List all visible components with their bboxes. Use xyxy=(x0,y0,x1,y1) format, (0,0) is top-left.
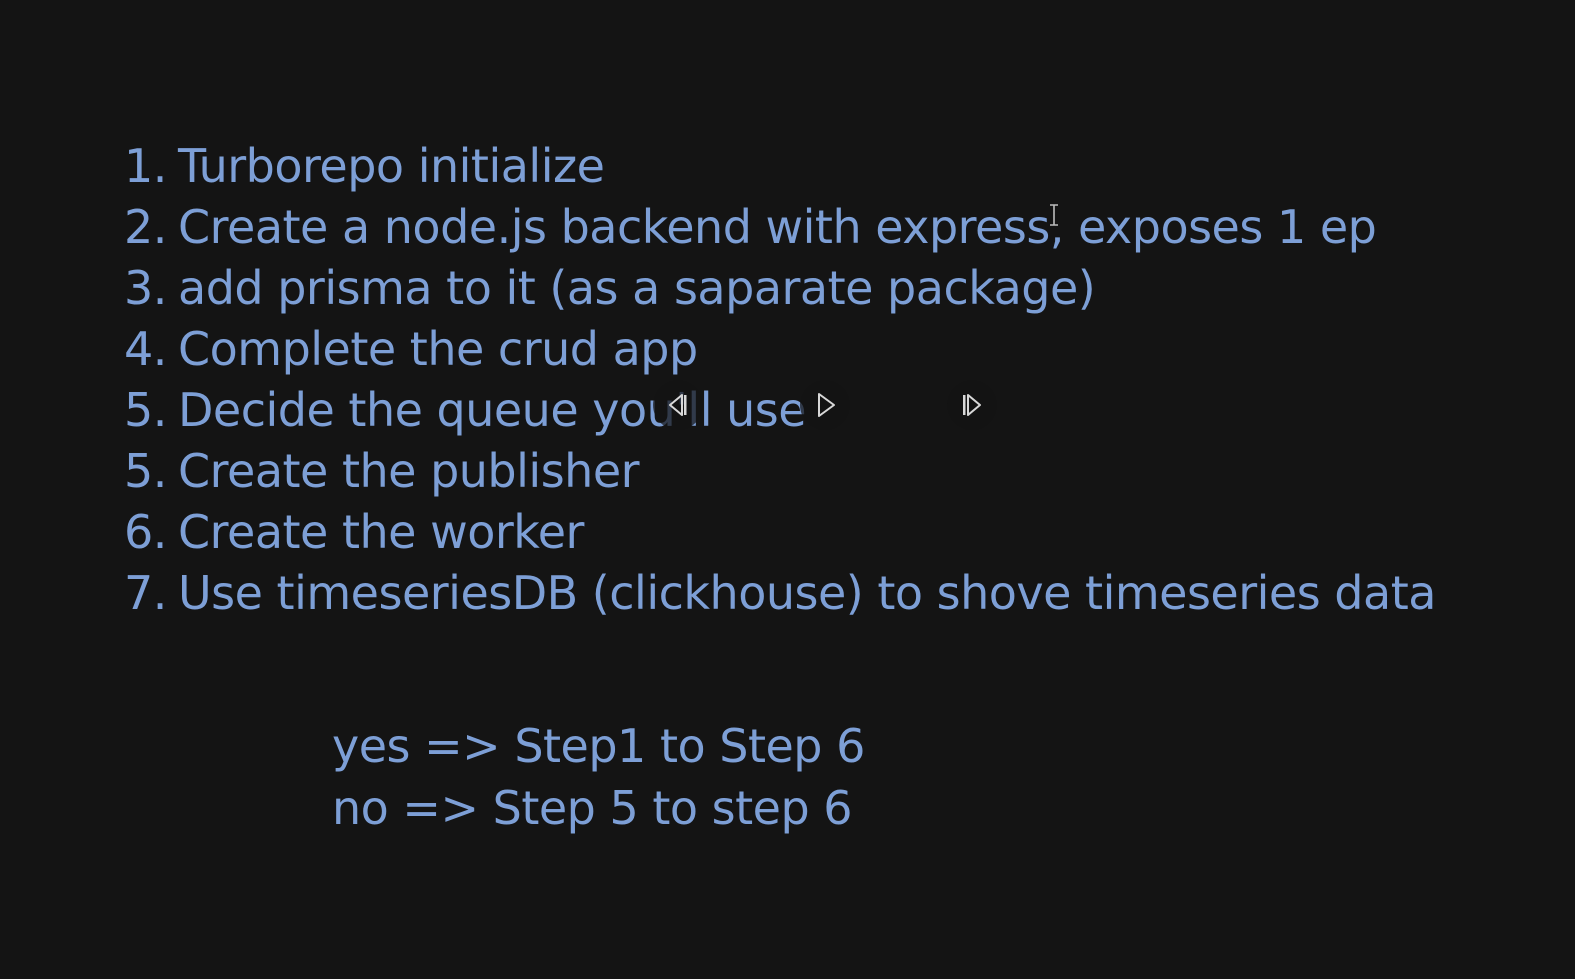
step-text: Complete the crud app xyxy=(178,322,698,376)
answer-yes: yes => Step1 to Step 6 xyxy=(332,719,865,773)
skip-forward-button[interactable] xyxy=(947,380,997,430)
step-number: 6. xyxy=(124,505,167,559)
skip-forward-icon xyxy=(963,394,981,416)
step-number: 4. xyxy=(124,322,167,376)
play-button[interactable] xyxy=(800,380,850,430)
step-text: Create the publisher xyxy=(178,444,640,498)
answer-no: no => Step 5 to step 6 xyxy=(332,781,853,835)
step-text: add prisma to it (as a saparate package) xyxy=(178,261,1096,315)
step-text: Turborepo initialize xyxy=(178,139,605,193)
skip-back-icon xyxy=(669,394,687,416)
step-number: 7. xyxy=(124,566,167,620)
step-number: 3. xyxy=(124,261,167,315)
step-text: Create a node.js backend with express, e… xyxy=(178,200,1377,254)
slide-canvas: 1. Turborepo initialize 2. Create a node.j… xyxy=(0,0,1575,979)
step-number: 5. xyxy=(124,383,167,437)
step-item: 5. Create the publisher xyxy=(124,441,1436,502)
step-number: 2. xyxy=(124,200,167,254)
video-controls xyxy=(650,380,1002,432)
step-item: 4. Complete the crud app xyxy=(124,319,1436,380)
step-number: 1. xyxy=(124,139,167,193)
step-text: Create the worker xyxy=(178,505,584,559)
step-item: 1. Turborepo initialize xyxy=(124,136,1436,197)
step-number: 5. xyxy=(124,444,167,498)
skip-back-button[interactable] xyxy=(653,380,703,430)
step-text: Use timeseriesDB (clickhouse) to shove t… xyxy=(178,566,1436,620)
step-item: 2. Create a node.js backend with express,… xyxy=(124,197,1436,258)
step-item: 7. Use timeseriesDB (clickhouse) to shove… xyxy=(124,563,1436,624)
text-cursor-icon xyxy=(1050,204,1058,226)
play-icon xyxy=(818,393,835,417)
step-item: 6. Create the worker xyxy=(124,502,1436,563)
answers-block: yes => Step1 to Step 6 no => Step 5 to s… xyxy=(332,715,865,839)
step-item: 3. add prisma to it (as a saparate packag… xyxy=(124,258,1436,319)
